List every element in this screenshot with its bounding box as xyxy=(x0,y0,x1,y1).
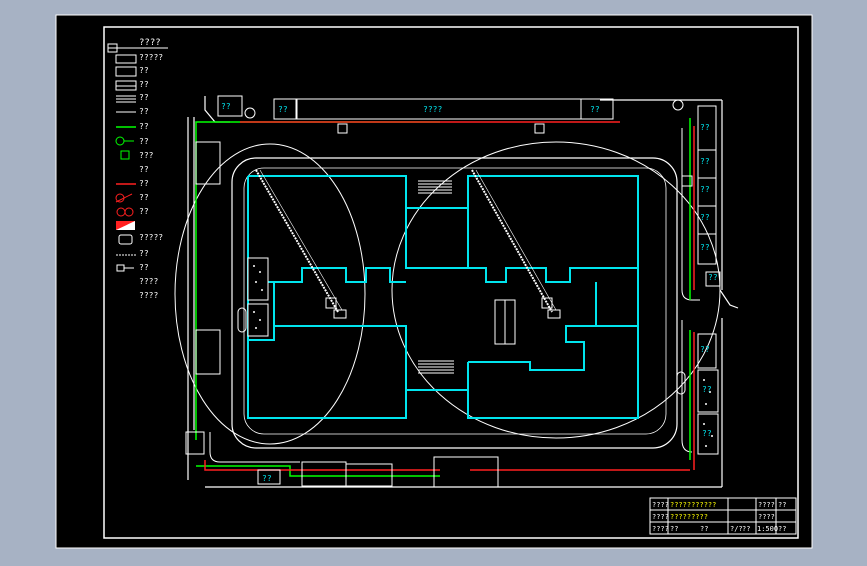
legend-label-1: ????? xyxy=(139,53,163,62)
title-block-scale: 1:500 xyxy=(757,525,778,533)
title-block-cell-r1c3: ???? xyxy=(758,501,775,509)
right-column-label-7: ?? xyxy=(700,345,710,354)
gate-label: ?? xyxy=(221,102,231,111)
right-column-label-8: ?? xyxy=(702,385,712,394)
material-yard-1 xyxy=(247,257,269,301)
title-block-cell-r2c1: ???? xyxy=(652,513,669,521)
legend-label-6: ?? xyxy=(139,122,149,131)
legend-label-10: ?? xyxy=(139,179,149,188)
legend-label-7: ?? xyxy=(139,137,149,146)
legend-label-13: ????? xyxy=(139,233,163,242)
legend-label-4: ?? xyxy=(139,93,149,102)
legend-label-9: ?? xyxy=(139,165,149,174)
bottom-box-label: ?? xyxy=(262,474,272,483)
top-building-right-label: ?? xyxy=(590,105,600,114)
legend-label-3: ?? xyxy=(139,80,149,89)
legend-label-15: ?? xyxy=(139,263,149,272)
title-block-cell-r2c4: ???? xyxy=(758,513,775,521)
legend-label-11: ?? xyxy=(139,193,149,202)
cad-drawing-window: ???? ???????????????????????????????????… xyxy=(0,0,867,562)
title-block-cell-r3c3: ?? xyxy=(700,525,708,533)
legend-label-2: ?? xyxy=(139,66,149,75)
title-block-cell-r3c7: ?? xyxy=(778,525,786,533)
site-plan-drawing[interactable]: ???? ???????????????????????????????????… xyxy=(0,0,867,562)
right-column-label-2: ?? xyxy=(700,157,710,166)
legend-label-5: ?? xyxy=(139,107,149,116)
right-column-label-1: ?? xyxy=(700,123,710,132)
title-block-cell-r1c4: ?? xyxy=(778,501,786,509)
top-building-center-label: ???? xyxy=(423,105,442,114)
title-block-cell-r3c5: ?? xyxy=(742,525,750,533)
legend-label-8: ??? xyxy=(139,151,154,160)
title-block-cell-r1c1: ???? xyxy=(652,501,669,509)
legend-title: ???? xyxy=(139,38,161,48)
title-block-cell-r3c2: ?? xyxy=(670,525,678,533)
legend-label-16: ???? xyxy=(139,277,158,286)
right-column-label-4: ?? xyxy=(700,213,710,222)
right-column-label-6: ?? xyxy=(708,273,718,282)
material-yard-2 xyxy=(247,303,269,337)
title-block-project-name: ??????????? xyxy=(670,501,716,509)
legend-label-12: ?? xyxy=(139,207,149,216)
legend-label-14: ?? xyxy=(139,249,149,258)
top-building-left-label: ?? xyxy=(278,105,288,114)
title-block-cell-r3c4: ?/? xyxy=(730,525,743,533)
right-column-label-9: ?? xyxy=(702,429,712,438)
title-block-drawing-name: ????????? xyxy=(670,513,708,521)
legend-label-17: ???? xyxy=(139,291,158,300)
title-block-cell-r3c1: ???? xyxy=(652,525,669,533)
right-column-label-3: ?? xyxy=(700,185,710,194)
right-column-label-5: ?? xyxy=(700,243,710,252)
